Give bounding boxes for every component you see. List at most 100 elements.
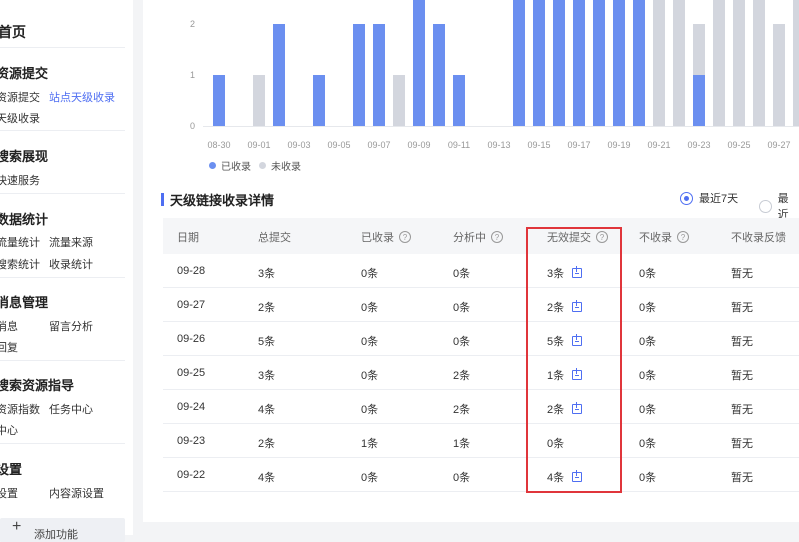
cell-analyzing: 1条	[453, 438, 471, 450]
col-date: 日期	[177, 232, 199, 244]
cell-analyzing: 2条	[453, 370, 471, 382]
cell-indexed: 0条	[361, 302, 379, 314]
x-tick-label: 09-23	[687, 140, 710, 150]
section-title: 天级链接收录详情	[170, 193, 275, 208]
cell-total: 2条	[258, 302, 276, 314]
cell-feedback: 暂无	[731, 302, 753, 314]
cell-feedback: 暂无	[731, 268, 753, 280]
sidebar-home[interactable]: 首页	[0, 22, 26, 42]
cell-date: 09-26	[177, 333, 206, 345]
legend-dot-icon	[259, 162, 266, 169]
cell-not-indexed: 0条	[639, 438, 657, 450]
bar	[673, 0, 685, 126]
bar-chart: 0 1 2 08-30 09-01 09-03 09-05 09-07 09-09 09-11 09…	[143, 0, 799, 180]
sidebar-item-traffic-stats[interactable]: 流量统计	[0, 234, 40, 250]
x-tick-label: 08-30	[207, 140, 230, 150]
col-not-indexed: 不收录?	[639, 229, 689, 245]
section-title-guidance: 搜索资源指导	[0, 378, 75, 393]
bar	[793, 0, 799, 126]
detail-table: 日期 总提交 已收录? 分析中? 无效提交? 不收录? 不收录反馈 09-28 3…	[163, 218, 799, 492]
bar	[593, 0, 605, 126]
sidebar-item-comment-analysis[interactable]: 留言分析	[49, 318, 93, 334]
sidebar-item-content-source[interactable]: 内容源设置	[49, 485, 104, 501]
cell-date: 09-23	[177, 435, 206, 447]
cell-total: 4条	[258, 404, 276, 416]
radio-checked-icon	[680, 191, 693, 205]
divider	[0, 193, 125, 194]
sidebar-item-fast-service[interactable]: 快速服务	[0, 172, 40, 188]
radio-last-7-days[interactable]: 最近7天	[680, 190, 738, 206]
x-tick-label: 09-19	[607, 140, 630, 150]
help-icon[interactable]: ?	[491, 231, 503, 243]
cell-analyzing: 0条	[453, 268, 471, 280]
col-total: 总提交	[258, 232, 291, 244]
divider	[0, 277, 125, 278]
cell-total: 4条	[258, 472, 276, 484]
sidebar-item-traffic-source[interactable]: 流量来源	[49, 234, 93, 250]
y-tick-label: 0	[190, 121, 195, 131]
legend-not-indexed[interactable]: 未收录	[259, 158, 301, 173]
section-title-search-display: 搜索展现	[0, 149, 49, 164]
sidebar-item-settings[interactable]: 设置	[0, 485, 18, 501]
bar	[713, 0, 725, 126]
bar	[253, 75, 265, 126]
section-header: 天级链接收录详情	[161, 190, 274, 209]
sidebar-item-index-stats[interactable]: 收录统计	[49, 256, 93, 272]
cell-date: 09-27	[177, 299, 206, 311]
cell-not-indexed: 0条	[639, 302, 657, 314]
sidebar-item-daily-index-2[interactable]: 天级收录	[0, 110, 40, 126]
add-feature-button[interactable]: + 添加功能	[0, 518, 125, 542]
col-feedback: 不收录反馈	[731, 232, 786, 244]
table-row: 09-23 2条 1条 1条 0条 0条 暂无	[163, 424, 799, 458]
bar	[433, 24, 445, 126]
table-body: 09-28 3条 0条 0条 3条 0条 暂无 09-27 2条 0条 0条 2条 0条 暂无 09-26 5…	[163, 254, 799, 492]
cell-feedback: 暂无	[731, 472, 753, 484]
x-tick-label: 09-21	[647, 140, 670, 150]
section-title-resource-submit: 资源提交	[0, 66, 49, 81]
cell-feedback: 暂无	[731, 370, 753, 382]
x-tick-label: 09-09	[407, 140, 430, 150]
col-analyzing: 分析中?	[453, 229, 503, 245]
cell-not-indexed: 0条	[639, 336, 657, 348]
cell-indexed: 1条	[361, 438, 379, 450]
bar	[313, 75, 325, 126]
accent-bar	[161, 193, 164, 206]
sidebar: 首页 资源提交 资源提交 站点天级收录 天级收录 搜索展现 快速服务 数据统计 …	[0, 0, 133, 542]
bar	[533, 0, 545, 126]
divider	[0, 360, 125, 361]
bar	[633, 0, 645, 126]
cell-date: 09-24	[177, 401, 206, 413]
sidebar-item-center[interactable]: 中心	[0, 422, 18, 438]
legend-label: 未收录	[271, 162, 301, 173]
table-row: 09-24 4条 0条 2条 2条 0条 暂无	[163, 390, 799, 424]
divider	[0, 47, 125, 48]
sidebar-item-reply[interactable]: 回复	[0, 339, 18, 355]
bar	[613, 0, 625, 126]
sidebar-item-task-center[interactable]: 任务中心	[49, 401, 93, 417]
table-row: 09-28 3条 0条 0条 3条 0条 暂无	[163, 254, 799, 288]
legend-dot-icon	[209, 162, 216, 169]
cell-not-indexed: 0条	[639, 370, 657, 382]
x-tick-label: 09-05	[327, 140, 350, 150]
cell-indexed: 0条	[361, 472, 379, 484]
sidebar-item-message[interactable]: 消息	[0, 318, 18, 334]
legend-indexed[interactable]: 已收录	[209, 158, 251, 173]
bar	[213, 75, 225, 126]
cell-feedback: 暂无	[731, 438, 753, 450]
sidebar-item-daily-index[interactable]: 站点天级收录	[49, 89, 115, 105]
cell-analyzing: 0条	[453, 472, 471, 484]
table-header: 日期 总提交 已收录? 分析中? 无效提交? 不收录? 不收录反馈	[163, 218, 799, 254]
bar	[273, 24, 285, 126]
help-icon[interactable]: ?	[677, 231, 689, 243]
sidebar-item-resource-index[interactable]: 资源指数	[0, 401, 40, 417]
cell-analyzing: 0条	[453, 336, 471, 348]
cell-indexed: 0条	[361, 268, 379, 280]
sidebar-item-search-stats[interactable]: 搜索统计	[0, 256, 40, 272]
bar	[773, 24, 785, 126]
cell-not-indexed: 0条	[639, 268, 657, 280]
sidebar-item-resource-submit[interactable]: 资源提交	[0, 89, 40, 105]
help-icon[interactable]: ?	[399, 231, 411, 243]
cell-feedback: 暂无	[731, 336, 753, 348]
cell-not-indexed: 0条	[639, 404, 657, 416]
cell-date: 09-22	[177, 469, 206, 481]
